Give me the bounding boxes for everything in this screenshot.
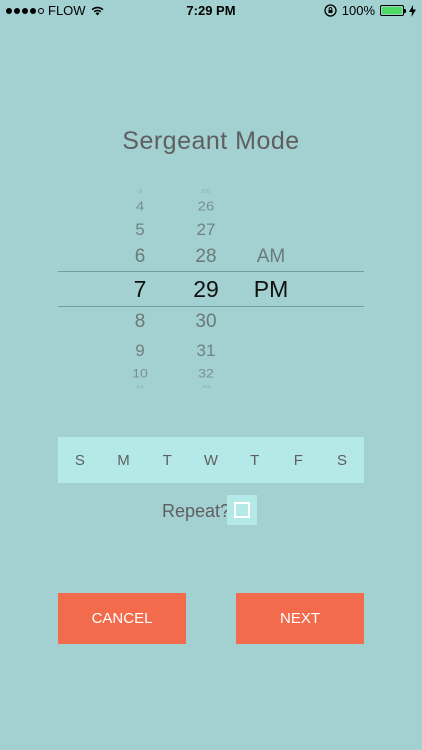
next-button[interactable]: NEXT xyxy=(236,593,364,644)
hour-option[interactable]: 3 xyxy=(120,189,160,194)
minute-option[interactable]: 25 xyxy=(186,189,226,194)
period-option[interactable]: PM xyxy=(246,276,296,303)
hour-option[interactable]: 6 xyxy=(120,246,160,268)
day-sunday[interactable]: S xyxy=(65,452,95,469)
repeat-label: Repeat? xyxy=(162,501,231,521)
minute-option[interactable]: 30 xyxy=(186,311,226,333)
period-option[interactable]: AM xyxy=(246,246,296,268)
period-wheel[interactable]: AM PM xyxy=(246,186,296,391)
status-bar: FLOW 7:29 PM 100% xyxy=(0,0,422,22)
hour-wheel[interactable]: 3 4 5 6 7 8 9 10 11 xyxy=(120,186,160,391)
battery-icon xyxy=(380,5,406,16)
minute-option[interactable]: 33 xyxy=(186,384,226,389)
day-thursday[interactable]: T xyxy=(240,452,270,469)
hour-option[interactable]: 7 xyxy=(120,276,160,303)
hour-option[interactable]: 10 xyxy=(120,366,160,380)
cancel-button[interactable]: CANCEL xyxy=(58,593,186,644)
day-saturday[interactable]: S xyxy=(327,452,357,469)
minute-option[interactable]: 27 xyxy=(186,221,226,240)
day-wednesday[interactable]: W xyxy=(196,452,226,469)
day-monday[interactable]: M xyxy=(109,452,139,469)
hour-option[interactable]: 9 xyxy=(120,342,160,361)
hour-option[interactable]: 11 xyxy=(120,384,160,389)
repeat-row: Repeat? xyxy=(0,495,422,525)
rotation-lock-icon xyxy=(324,4,337,17)
minute-option[interactable]: 28 xyxy=(186,246,226,268)
day-tuesday[interactable]: T xyxy=(152,452,182,469)
time-picker[interactable]: 3 4 5 6 7 8 9 10 11 25 26 27 28 29 30 31 32 33 AM PM xyxy=(58,186,364,391)
checkbox-box-icon xyxy=(234,502,250,518)
page-title: Sergeant Mode xyxy=(122,127,300,155)
battery-percent: 100% xyxy=(341,3,375,18)
minute-option[interactable]: 29 xyxy=(186,276,226,303)
minute-option[interactable]: 31 xyxy=(186,342,226,361)
hour-option[interactable]: 8 xyxy=(120,311,160,333)
minute-option[interactable]: 26 xyxy=(186,199,226,213)
minute-wheel[interactable]: 25 26 27 28 29 30 31 32 33 xyxy=(186,186,226,391)
day-friday[interactable]: F xyxy=(283,452,313,469)
repeat-checkbox[interactable] xyxy=(227,495,257,525)
status-right: 100% xyxy=(324,3,416,18)
minute-option[interactable]: 32 xyxy=(186,366,226,380)
hour-option[interactable]: 4 xyxy=(120,199,160,213)
hour-option[interactable]: 5 xyxy=(120,221,160,240)
charging-bolt-icon xyxy=(409,4,416,17)
day-selector: S M T W T F S xyxy=(58,437,364,483)
